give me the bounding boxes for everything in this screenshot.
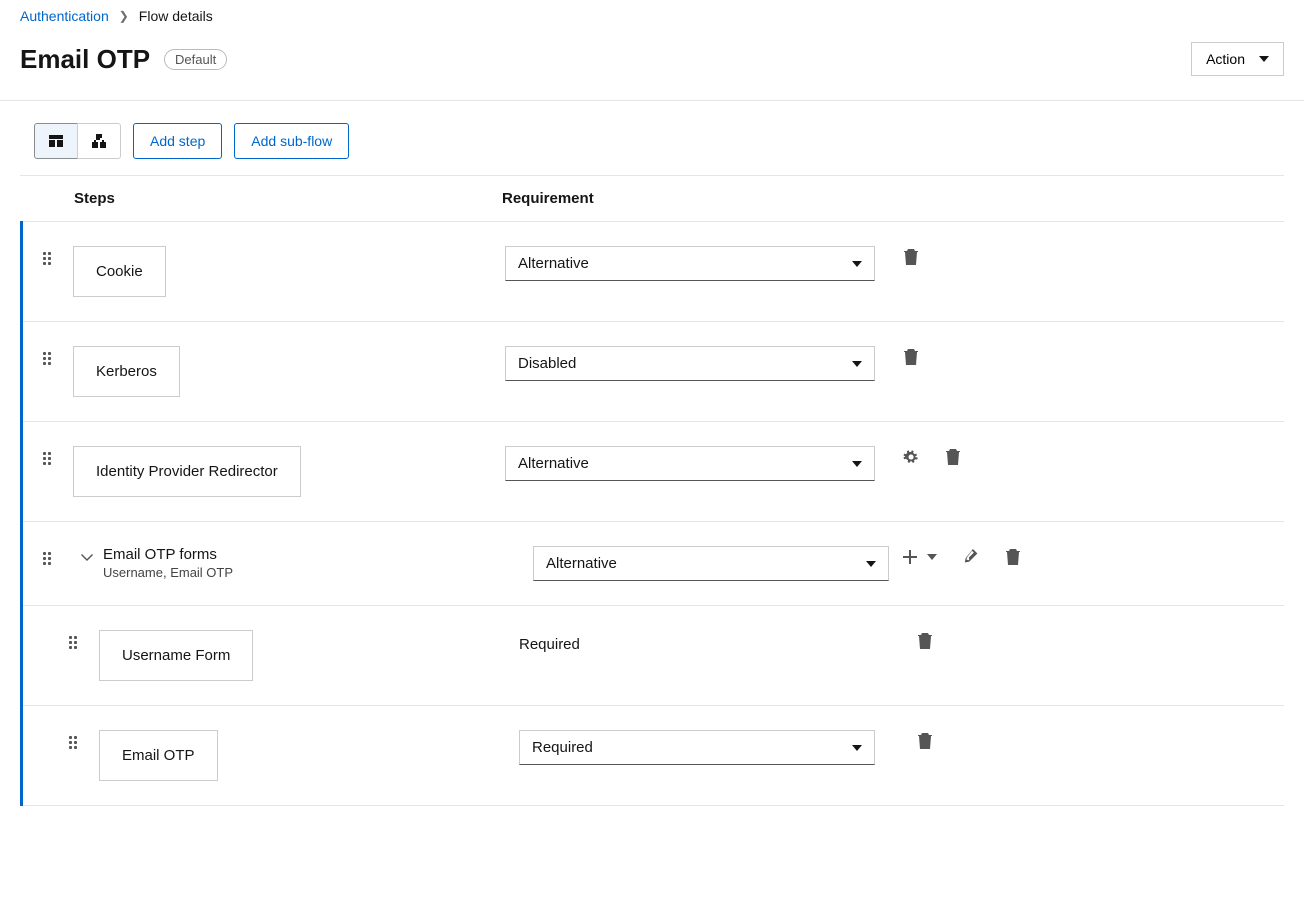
trash-icon [917,632,933,650]
caret-down-icon [852,461,862,467]
delete-button[interactable] [1005,548,1021,566]
step-label: Kerberos [73,346,180,397]
add-subflow-button[interactable]: Add sub-flow [234,123,349,159]
breadcrumb: Authentication ❯ Flow details [20,8,1284,24]
step-row-email-otp-forms: Email OTP forms Username, Email OTP Alte… [23,522,1284,606]
drag-handle-icon[interactable] [43,252,53,268]
page-title: Email OTP [20,44,150,75]
delete-button[interactable] [903,248,919,266]
add-dropdown[interactable] [927,554,937,560]
header-steps: Steps [20,190,502,207]
steps-list: Cookie Alternative Kerberos [20,221,1284,806]
caret-down-icon [852,261,862,267]
settings-button[interactable] [903,449,919,465]
caret-down-icon [852,361,862,367]
requirement-value: Alternative [518,255,589,272]
step-row-cookie: Cookie Alternative [23,221,1284,322]
table-view-button[interactable] [34,123,78,159]
requirement-select[interactable]: Required [519,730,875,765]
step-row-kerberos: Kerberos Disabled [23,322,1284,422]
drag-handle-icon[interactable] [43,552,53,568]
trash-icon [903,248,919,266]
caret-down-icon [927,554,937,560]
view-toggle-group [34,123,121,159]
trash-icon [917,732,933,750]
drag-handle-icon[interactable] [43,352,53,368]
add-step-button[interactable]: Add step [133,123,222,159]
expand-toggle[interactable] [81,546,93,566]
step-label: Cookie [73,246,166,297]
requirement-value: Required [519,630,917,653]
drag-handle-icon[interactable] [69,736,79,752]
column-headers: Steps Requirement [20,190,1284,207]
add-button[interactable] [903,550,917,564]
requirement-select[interactable]: Alternative [505,246,875,281]
step-sub-label: Username, Email OTP [103,565,233,580]
gear-icon [903,449,919,465]
diagram-icon [91,133,107,149]
step-row-idp-redirector: Identity Provider Redirector Alternative [23,422,1284,522]
breadcrumb-parent-link[interactable]: Authentication [20,8,109,24]
requirement-select[interactable]: Alternative [533,546,889,581]
step-row-email-otp: Email OTP Required [23,706,1284,806]
delete-button[interactable] [903,348,919,366]
trash-icon [945,448,961,466]
trash-icon [903,348,919,366]
action-label: Action [1206,51,1245,67]
divider [20,175,1284,176]
step-label: Email OTP [99,730,218,781]
table-icon [48,133,64,149]
requirement-value: Disabled [518,355,576,372]
drag-handle-icon[interactable] [69,636,79,652]
breadcrumb-current: Flow details [139,8,213,24]
step-row-username-form: Username Form Required [23,606,1284,706]
caret-down-icon [866,561,876,567]
action-dropdown[interactable]: Action [1191,42,1284,76]
divider [0,100,1304,101]
diagram-view-button[interactable] [77,123,121,159]
pencil-icon [963,549,979,565]
delete-button[interactable] [917,632,933,650]
delete-button[interactable] [945,448,961,466]
step-label: Identity Provider Redirector [73,446,301,497]
default-badge: Default [164,49,227,70]
header-requirement: Requirement [502,190,1284,207]
caret-down-icon [1259,56,1269,62]
requirement-value: Alternative [518,455,589,472]
plus-icon [903,550,917,564]
requirement-value: Alternative [546,555,617,572]
delete-button[interactable] [917,732,933,750]
toolbar: Add step Add sub-flow [20,123,1284,159]
trash-icon [1005,548,1021,566]
edit-button[interactable] [963,549,979,565]
requirement-value: Required [532,739,593,756]
drag-handle-icon[interactable] [43,452,53,468]
requirement-select[interactable]: Disabled [505,346,875,381]
caret-down-icon [852,745,862,751]
chevron-right-icon: ❯ [119,9,129,23]
step-label: Email OTP forms [103,546,233,563]
requirement-select[interactable]: Alternative [505,446,875,481]
chevron-down-icon [81,551,93,563]
step-label: Username Form [99,630,253,681]
